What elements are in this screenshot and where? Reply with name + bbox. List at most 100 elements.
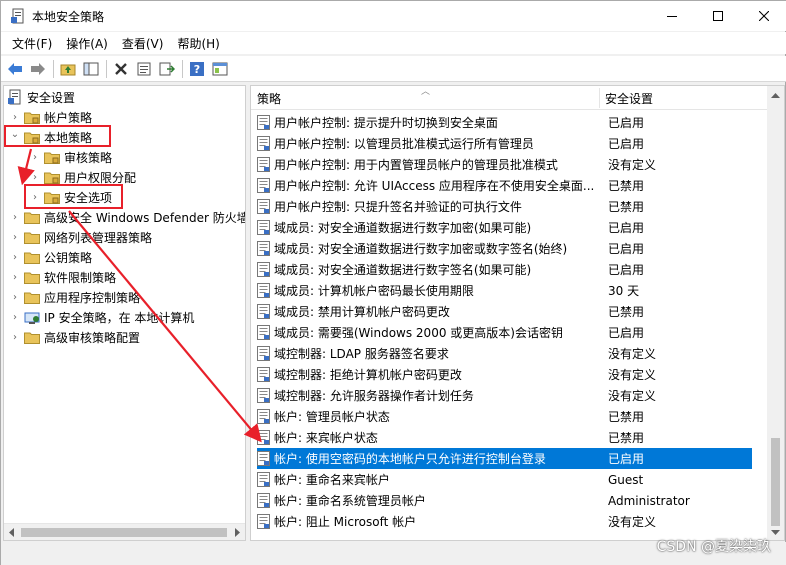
tree-item[interactable]: › IP 安全策略，在 本地计算机 xyxy=(10,307,194,327)
policy-row[interactable]: 帐户: 重命名系统管理员帐户 Administrator xyxy=(257,490,752,511)
scroll-down-arrow-icon[interactable] xyxy=(771,530,780,536)
policy-row[interactable]: 用户帐户控制: 以管理员批准模式运行所有管理员 已启用 xyxy=(257,133,752,154)
tree-item[interactable]: › 用户权限分配 xyxy=(30,167,136,187)
chevron-right-icon[interactable]: › xyxy=(10,312,20,323)
back-button[interactable] xyxy=(4,58,26,80)
show-hide-tree-icon xyxy=(83,62,99,75)
tree-item-label: IP 安全策略，在 本地计算机 xyxy=(44,310,195,325)
scroll-right-arrow-icon[interactable] xyxy=(233,528,241,537)
folder-icon xyxy=(24,271,40,284)
column-header-setting[interactable]: 安全设置 xyxy=(599,86,768,110)
policy-row[interactable]: 帐户: 来宾帐户状态 已禁用 xyxy=(257,427,752,448)
delete-button[interactable] xyxy=(110,58,132,80)
policy-icon xyxy=(257,178,270,193)
up-level-button[interactable] xyxy=(57,58,79,80)
tree-scroll-thumb[interactable] xyxy=(21,528,227,537)
chevron-right-icon[interactable]: › xyxy=(30,172,40,183)
tree-item[interactable]: › 帐户策略 xyxy=(10,107,92,127)
export-list-button[interactable] xyxy=(156,58,178,80)
maximize-button[interactable] xyxy=(695,1,741,31)
policy-setting: 已禁用 xyxy=(608,305,645,319)
show-hide-tree-button[interactable] xyxy=(80,58,102,80)
menu-action[interactable]: 操作(A) xyxy=(59,35,115,52)
minimize-button[interactable] xyxy=(649,1,695,31)
tree-item[interactable]: › 审核策略 xyxy=(30,147,112,167)
security-settings-icon xyxy=(7,89,23,105)
chevron-right-icon[interactable]: › xyxy=(30,192,40,203)
policy-row[interactable]: 域成员: 禁用计算机帐户密码更改 已禁用 xyxy=(257,301,752,322)
policy-icon xyxy=(257,367,270,382)
back-arrow-icon xyxy=(8,62,22,75)
policy-row[interactable]: 用户帐户控制: 允许 UIAccess 应用程序在不使用安全桌面... 已禁用 xyxy=(257,175,752,196)
tree-item-label: 公钥策略 xyxy=(44,250,93,265)
help-button[interactable]: ? xyxy=(186,58,208,80)
policy-row[interactable]: 域成员: 计算机帐户密码最长使用期限 30 天 xyxy=(257,280,752,301)
policy-row-selected[interactable]: 帐户: 使用空密码的本地帐户只允许进行控制台登录 已启用 xyxy=(257,448,752,469)
tree-item[interactable]: › 软件限制策略 xyxy=(10,267,116,287)
tree-item[interactable]: › 网络列表管理器策略 xyxy=(10,227,152,247)
tree-item-label: 高级安全 Windows Defender 防火墙 xyxy=(44,210,246,225)
scroll-left-arrow-icon[interactable] xyxy=(8,528,16,537)
policy-row[interactable]: 用户帐户控制: 只提升签名并验证的可执行文件 已禁用 xyxy=(257,196,752,217)
policy-row[interactable]: 域控制器: 拒绝计算机帐户密码更改 没有定义 xyxy=(257,364,752,385)
chevron-right-icon[interactable]: › xyxy=(10,112,20,123)
tree-item[interactable]: › 公钥策略 xyxy=(10,247,92,267)
policy-row[interactable]: 域成员: 对安全通道数据进行数字加密(如果可能) 已启用 xyxy=(257,217,752,238)
forward-button[interactable] xyxy=(27,58,49,80)
folder-icon xyxy=(24,251,40,264)
tree-item-label: 高级审核策略配置 xyxy=(44,330,141,345)
policy-list-pane[interactable]: 策略 ︿ 安全设置 用户帐户控制: 提示提升时切换到安全桌面 已启用 用户帐户控制:… xyxy=(250,85,785,541)
list-scroll-thumb[interactable] xyxy=(771,438,780,526)
policy-name: 用户帐户控制: 以管理员批准模式运行所有管理员 xyxy=(274,137,534,151)
menu-file[interactable]: 文件(F) xyxy=(5,35,59,52)
policy-icon xyxy=(257,430,270,445)
chevron-right-icon[interactable]: › xyxy=(10,292,20,303)
policy-setting: Administrator xyxy=(608,493,690,508)
chevron-right-icon[interactable]: › xyxy=(30,152,40,163)
policy-row[interactable]: 用户帐户控制: 用于内置管理员帐户的管理员批准模式 没有定义 xyxy=(257,154,752,175)
chevron-right-icon[interactable]: › xyxy=(10,332,20,343)
scroll-up-arrow-icon[interactable] xyxy=(771,92,780,98)
policy-icon xyxy=(257,388,270,403)
console-tree-pane[interactable]: 安全设置 › 帐户策略 ⌄ 本地策略 › 审核策略 › 用户权限分配 › 安全选项 › 高级安全 Win… xyxy=(3,85,246,541)
ip-security-icon xyxy=(24,311,40,324)
policy-name: 用户帐户控制: 允许 UIAccess 应用程序在不使用安全桌面... xyxy=(274,179,595,193)
menu-view[interactable]: 查看(V) xyxy=(115,35,171,52)
policy-row[interactable]: 域控制器: 允许服务器操作者计划任务 没有定义 xyxy=(257,385,752,406)
policy-row[interactable]: 帐户: 管理员帐户状态 已禁用 xyxy=(257,406,752,427)
folder-icon xyxy=(24,231,40,244)
list-header: 策略 ︿ 安全设置 xyxy=(251,86,768,110)
tree-item[interactable]: › 高级审核策略配置 xyxy=(10,327,140,347)
properties-button[interactable] xyxy=(133,58,155,80)
close-button[interactable] xyxy=(741,1,786,31)
policy-row[interactable]: 域成员: 对安全通道数据进行数字签名(如果可能) 已启用 xyxy=(257,259,752,280)
policy-row[interactable]: 域控制器: LDAP 服务器签名要求 没有定义 xyxy=(257,343,752,364)
policy-name: 用户帐户控制: 只提升签名并验证的可执行文件 xyxy=(274,200,522,214)
chevron-down-icon[interactable]: ⌄ xyxy=(10,129,20,140)
policy-row[interactable]: 帐户: 重命名来宾帐户 Guest xyxy=(257,469,752,490)
watermark: CSDN @夏染柒玖 xyxy=(656,539,771,555)
policy-row[interactable]: 帐户: 阻止 Microsoft 帐户 没有定义 xyxy=(257,511,752,532)
list-vertical-scrollbar[interactable] xyxy=(767,86,784,540)
chevron-right-icon[interactable]: › xyxy=(10,212,20,223)
tree-item[interactable]: ⌄ 本地策略 xyxy=(10,127,92,147)
policy-name: 帐户: 使用空密码的本地帐户只允许进行控制台登录 xyxy=(274,452,546,466)
policy-setting: 没有定义 xyxy=(608,515,657,529)
menu-help[interactable]: 帮助(H) xyxy=(170,35,226,52)
chevron-right-icon[interactable]: › xyxy=(10,272,20,283)
chevron-right-icon[interactable]: › xyxy=(10,232,20,243)
policy-setting: 已启用 xyxy=(608,221,645,235)
tree-horizontal-scrollbar[interactable] xyxy=(4,523,245,540)
policy-setting: 已启用 xyxy=(608,452,645,466)
policy-row[interactable]: 域成员: 需要强(Windows 2000 或更高版本)会话密钥 已启用 xyxy=(257,322,752,343)
tree-item[interactable]: › 应用程序控制策略 xyxy=(10,287,140,307)
policy-row[interactable]: 用户帐户控制: 提示提升时切换到安全桌面 已启用 xyxy=(257,112,752,133)
console-view-button[interactable] xyxy=(209,58,231,80)
tree-item[interactable]: › 高级安全 Windows Defender 防火墙 xyxy=(10,207,246,227)
chevron-right-icon[interactable]: › xyxy=(10,252,20,263)
policy-icon xyxy=(257,514,270,529)
policy-row[interactable]: 域成员: 对安全通道数据进行数字加密或数字签名(始终) 已启用 xyxy=(257,238,752,259)
tree-item[interactable]: › 安全选项 xyxy=(30,187,112,207)
policy-setting: 没有定义 xyxy=(608,389,657,403)
tree-root-security-settings[interactable]: 安全设置 xyxy=(7,87,75,107)
